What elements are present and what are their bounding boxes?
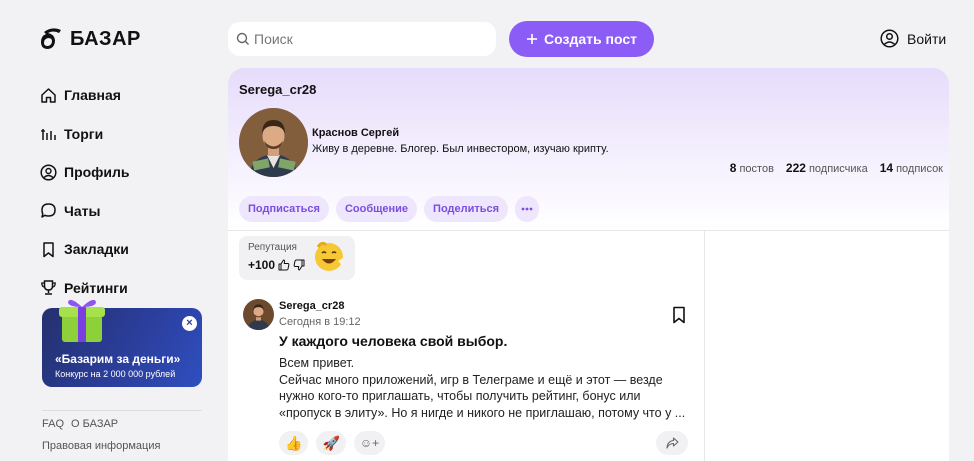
chat-icon — [41, 203, 56, 218]
about-link[interactable]: О БАЗАР — [71, 418, 118, 430]
gift-icon — [59, 299, 105, 342]
profile-stats: 8 постов 222 подписчика 14 подписок — [730, 161, 943, 175]
promo-close-button[interactable]: × — [182, 316, 197, 331]
sidebar-item-bookmarks[interactable]: Закладки — [40, 230, 210, 269]
stat-posts[interactable]: 8 постов — [730, 161, 774, 175]
more-icon — [521, 207, 533, 211]
thumbs-down-icon[interactable] — [293, 259, 305, 271]
logo[interactable]: БАЗАР — [40, 26, 141, 52]
card-divider — [228, 230, 949, 231]
reputation-box: Репутация +100 — [239, 236, 355, 280]
sidebar-item-label: Торги — [64, 125, 104, 142]
post-time: Сегодня в 19:12 — [279, 316, 361, 328]
sidebar-item-label: Чаты — [64, 202, 101, 219]
sidebar-item-home[interactable]: Главная — [40, 76, 210, 115]
logo-text: БАЗАР — [70, 27, 141, 50]
post-avatar-image — [243, 299, 274, 330]
profile-fullname: Краснов Сергей — [312, 127, 400, 139]
more-options-button[interactable] — [515, 196, 540, 222]
sidebar-item-label: Профиль — [64, 164, 130, 181]
reputation-value: +100 — [248, 258, 276, 272]
create-post-label: Создать пост — [544, 31, 637, 47]
avatar-image — [239, 108, 308, 177]
post-title[interactable]: У каждого человека свой выбор. — [279, 333, 507, 349]
create-post-button[interactable]: Создать пост — [509, 21, 654, 57]
post-avatar[interactable] — [243, 299, 274, 330]
search-input[interactable] — [254, 31, 474, 47]
trades-icon — [41, 129, 56, 141]
add-reaction-button[interactable]: ☺+ — [353, 431, 386, 455]
reaction-rocket[interactable]: 🚀 — [316, 431, 346, 455]
bookmark-post-icon[interactable] — [671, 306, 687, 324]
reputation-emoji-icon — [315, 241, 343, 271]
profile-username: Serega_cr28 — [239, 82, 317, 97]
share-profile-button[interactable]: Поделиться — [424, 196, 509, 222]
trophy-icon — [41, 280, 56, 295]
page: БАЗАР Создать пост Войти Главная — [0, 0, 974, 461]
message-button[interactable]: Сообщение — [335, 196, 418, 222]
logo-icon — [41, 28, 61, 49]
sidebar-divider — [42, 410, 202, 411]
plus-icon — [527, 34, 538, 44]
user-circle-icon — [880, 29, 899, 48]
search-icon — [236, 32, 249, 45]
post-reactions: 👍 🚀 ☺+ — [279, 431, 386, 455]
promo-title: «Базарим за деньги» — [55, 352, 181, 366]
sidebar-item-chats[interactable]: Чаты — [40, 192, 210, 231]
stat-followers[interactable]: 222 подписчика — [786, 161, 868, 175]
promo-subtitle: Конкурс на 2 000 000 рублей — [55, 369, 176, 379]
thumbs-up-icon[interactable] — [278, 259, 290, 271]
reputation-value-row: +100 — [248, 258, 305, 272]
footer-links: FAQ О БАЗАР — [42, 418, 118, 430]
sidebar-item-profile[interactable]: Профиль — [40, 153, 210, 192]
post-body[interactable]: Всем привет. Сейчас много приложений, иг… — [279, 355, 689, 421]
promo-banner[interactable]: × «Базарим за деньги» Конкурс на 2 000 0… — [42, 299, 202, 387]
share-icon — [665, 437, 679, 449]
login-button[interactable]: Войти — [880, 29, 946, 48]
sidebar-item-label: Закладки — [64, 241, 129, 258]
profile-card: Serega_cr28 Краснов Сергей Живу в деревн… — [228, 68, 949, 461]
post-author[interactable]: Serega_cr28 — [279, 300, 344, 312]
avatar — [239, 108, 308, 177]
sidebar-item-label: Главная — [64, 87, 121, 104]
reputation-label: Репутация — [248, 242, 297, 253]
subscribe-button[interactable]: Подписаться — [239, 196, 329, 222]
profile-actions: Подписаться Сообщение Поделиться — [239, 196, 540, 222]
column-divider — [704, 230, 705, 461]
legal-link[interactable]: Правовая информация — [42, 440, 160, 452]
sidebar-item-trades[interactable]: Торги — [40, 115, 210, 154]
login-label: Войти — [907, 30, 947, 47]
stat-following[interactable]: 14 подписок — [880, 161, 943, 175]
bookmark-icon — [43, 242, 54, 257]
profile-icon — [40, 164, 57, 181]
search-box[interactable] — [228, 22, 496, 56]
reaction-thumbs-up[interactable]: 👍 — [279, 431, 309, 455]
share-post-button[interactable] — [656, 431, 688, 455]
profile-bio: Живу в деревне. Блогер. Был инвестором, … — [312, 143, 609, 155]
faq-link[interactable]: FAQ — [42, 418, 64, 430]
home-icon — [41, 88, 56, 103]
sidebar-nav: Главная Торги Профиль Чаты Закладки Рейт… — [40, 76, 210, 307]
sidebar-item-label: Рейтинги — [64, 279, 128, 296]
